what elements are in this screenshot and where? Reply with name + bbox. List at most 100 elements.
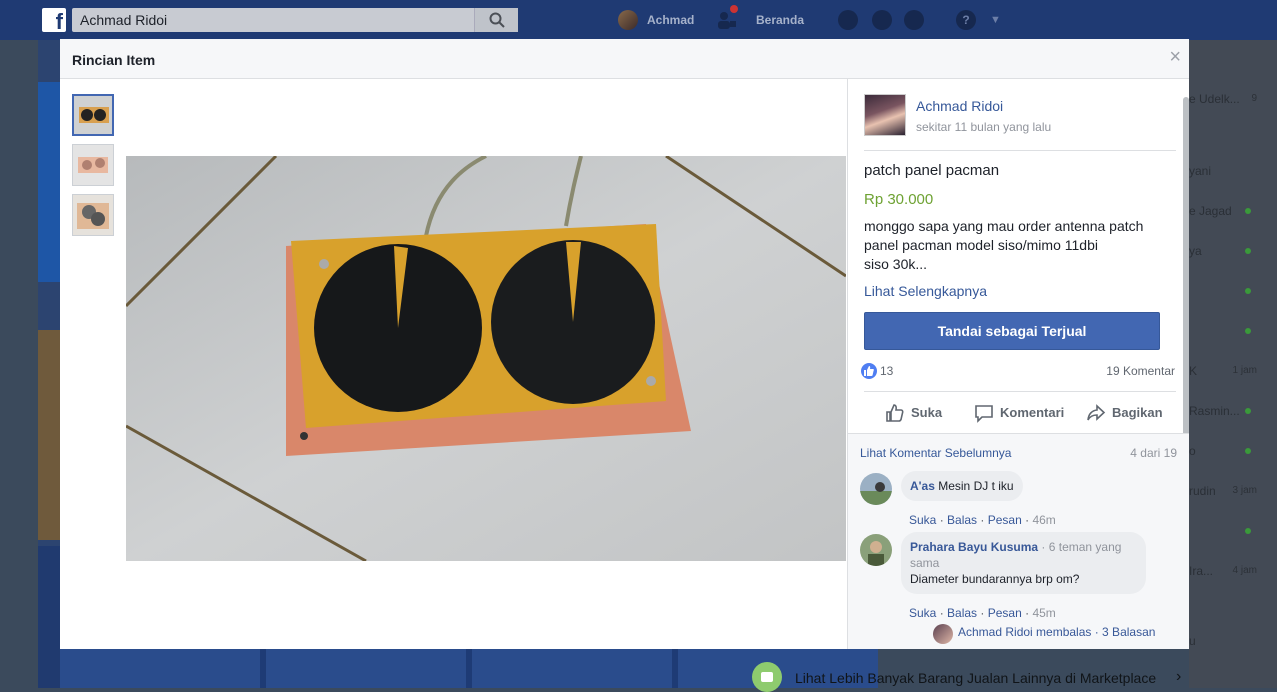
search-box[interactable]: Achmad Ridoi [72, 8, 518, 32]
share-button-label: Bagikan [1112, 405, 1163, 420]
seller-name-link[interactable]: Achmad Ridoi [916, 98, 1003, 114]
messages-icon[interactable] [872, 10, 892, 30]
chat-contact[interactable]: K 1 jam [1189, 364, 1269, 380]
comment-bubble: A'as Mesin DJ t iku [901, 471, 1023, 501]
seller-avatar[interactable] [864, 94, 906, 136]
contact-name: Ira... [1189, 564, 1214, 578]
contact-name: o [1189, 444, 1196, 458]
commenter-avatar[interactable] [860, 473, 892, 505]
comment-actions: Suka · Balas · Pesan · 46m [909, 513, 1056, 527]
comment-time[interactable]: 45m [1032, 606, 1055, 620]
comment-button[interactable]: Komentari [974, 403, 1074, 423]
thumbnail-3[interactable] [72, 194, 114, 236]
background-feed-left [38, 40, 60, 688]
comment-author-link[interactable]: A'as [910, 479, 935, 493]
chat-contact[interactable] [1189, 524, 1269, 540]
contact-name: ya [1189, 244, 1202, 258]
comment-actions: Suka · Balas · Pesan · 45m [909, 606, 1056, 620]
chat-contact[interactable]: rudin 3 jam [1189, 484, 1269, 500]
background-game-image [38, 546, 60, 688]
like-button[interactable]: Suka [885, 403, 945, 423]
divider [864, 150, 1176, 151]
mark-as-sold-button[interactable]: Tandai sebagai Terjual [864, 312, 1160, 350]
background-tile [472, 648, 672, 688]
commenter-avatar[interactable] [860, 534, 892, 566]
search-input[interactable]: Achmad Ridoi [80, 12, 167, 28]
contact-name: yani [1189, 164, 1212, 178]
chat-contact[interactable] [1189, 324, 1269, 340]
contact-time: 4 jam [1232, 565, 1257, 576]
chat-contact[interactable]: yani [1189, 164, 1269, 180]
listing-description: monggo sapa yang mau order antenna patch… [864, 217, 1174, 274]
close-icon[interactable]: × [1169, 47, 1181, 67]
dialog-title: Rincian Item [72, 52, 156, 68]
chat-contact[interactable] [1189, 284, 1269, 300]
like-count[interactable]: 13 [880, 364, 893, 378]
description-line: monggo sapa yang mau order antenna patch [864, 218, 1144, 234]
contact-name: e Udelk... [1189, 92, 1240, 106]
thumbnail-2[interactable] [72, 144, 114, 186]
background-ad-image [38, 82, 60, 282]
online-dot [1245, 288, 1251, 294]
home-link[interactable]: Beranda [756, 13, 804, 27]
chat-contact[interactable]: Rasmin... [1189, 404, 1269, 420]
top-navigation-bar: f Achmad Ridoi Achmad Beranda ? ▼ [0, 0, 1277, 40]
thumbnail-1[interactable] [72, 94, 114, 136]
like-reaction-icon[interactable] [861, 363, 877, 379]
like-button-label: Suka [911, 405, 943, 420]
comment-button-label: Komentari [1000, 405, 1065, 420]
notifications-globe-icon[interactable] [904, 10, 924, 30]
chat-contact[interactable]: o [1189, 444, 1269, 460]
comment-time[interactable]: 46m [1032, 513, 1055, 527]
comment-message-link[interactable]: Pesan [988, 606, 1022, 620]
facebook-logo-icon[interactable]: f [42, 8, 66, 32]
comment-text: Mesin DJ t iku [938, 479, 1014, 493]
comments-section: Lihat Komentar Sebelumnya 4 dari 19 A'as… [848, 434, 1189, 649]
profile-name: Achmad [647, 13, 695, 27]
comment-message-link[interactable]: Pesan [988, 513, 1022, 527]
item-details-dialog: Rincian Item × Achmad Ridoi sekitar 11 b… [60, 39, 1189, 649]
listing-price: Rp 30.000 [864, 191, 934, 208]
search-icon [489, 12, 505, 28]
friends-icon[interactable] [838, 10, 858, 30]
share-button[interactable]: Bagikan [1086, 403, 1178, 423]
chevron-down-icon[interactable]: ▼ [990, 14, 1001, 26]
marketplace-more-label: Lihat Lebih Banyak Barang Jualan Lainnya… [795, 670, 1157, 686]
product-photo [126, 156, 846, 561]
comment-reply-link[interactable]: Balas [947, 606, 977, 620]
chat-contact[interactable]: e Udelk... 9 [1189, 92, 1269, 108]
posted-time[interactable]: sekitar 11 bulan yang lalu [916, 120, 1051, 134]
comment-like-link[interactable]: Suka [909, 606, 936, 620]
search-button[interactable] [474, 8, 518, 32]
chat-contact[interactable]: u [1189, 634, 1269, 650]
contact-name: K [1189, 364, 1198, 378]
comment-reply-link[interactable]: Balas [947, 513, 977, 527]
comments-shown-count: 4 dari 19 [1130, 446, 1177, 460]
comment-icon [975, 405, 993, 423]
description-line: siso 30k... [864, 256, 928, 272]
background-tile [266, 648, 466, 688]
help-icon[interactable]: ? [956, 10, 976, 30]
dialog-header: Rincian Item × [60, 39, 1189, 79]
view-previous-comments-link[interactable]: Lihat Komentar Sebelumnya [860, 446, 1011, 460]
see-more-link[interactable]: Lihat Selengkapnya [864, 283, 987, 299]
panel-scrollbar[interactable] [1183, 97, 1189, 441]
listing-details-panel: Achmad Ridoi sekitar 11 bulan yang lalu … [847, 79, 1189, 649]
share-icon [1087, 404, 1106, 421]
comment-like-link[interactable]: Suka [909, 513, 936, 527]
chat-contact[interactable]: ya [1189, 244, 1269, 260]
contact-name: u [1189, 634, 1196, 648]
notification-badge [730, 5, 738, 13]
chat-sidebar: e Udelk... 9 yani e Jagad ya K 1 jam Rasmi… [1189, 40, 1277, 688]
chat-contact[interactable]: Ira... 4 jam [1189, 564, 1269, 580]
thumbs-up-icon [886, 404, 904, 422]
comment-count[interactable]: 19 Komentar [1106, 364, 1175, 378]
friend-requests-icon[interactable] [716, 5, 738, 31]
marketplace-more-link[interactable]: Lihat Lebih Banyak Barang Jualan Lainnya… [740, 660, 1220, 692]
online-dot [1245, 328, 1251, 334]
view-replies-link[interactable]: Achmad Ridoi membalas · 3 Balasan [958, 625, 1155, 639]
comment-author-link[interactable]: Prahara Bayu Kusuma [910, 540, 1038, 554]
chat-contact[interactable]: e Jagad [1189, 204, 1269, 220]
chevron-right-icon: › [1176, 668, 1182, 685]
contact-name: rudin [1189, 484, 1216, 498]
